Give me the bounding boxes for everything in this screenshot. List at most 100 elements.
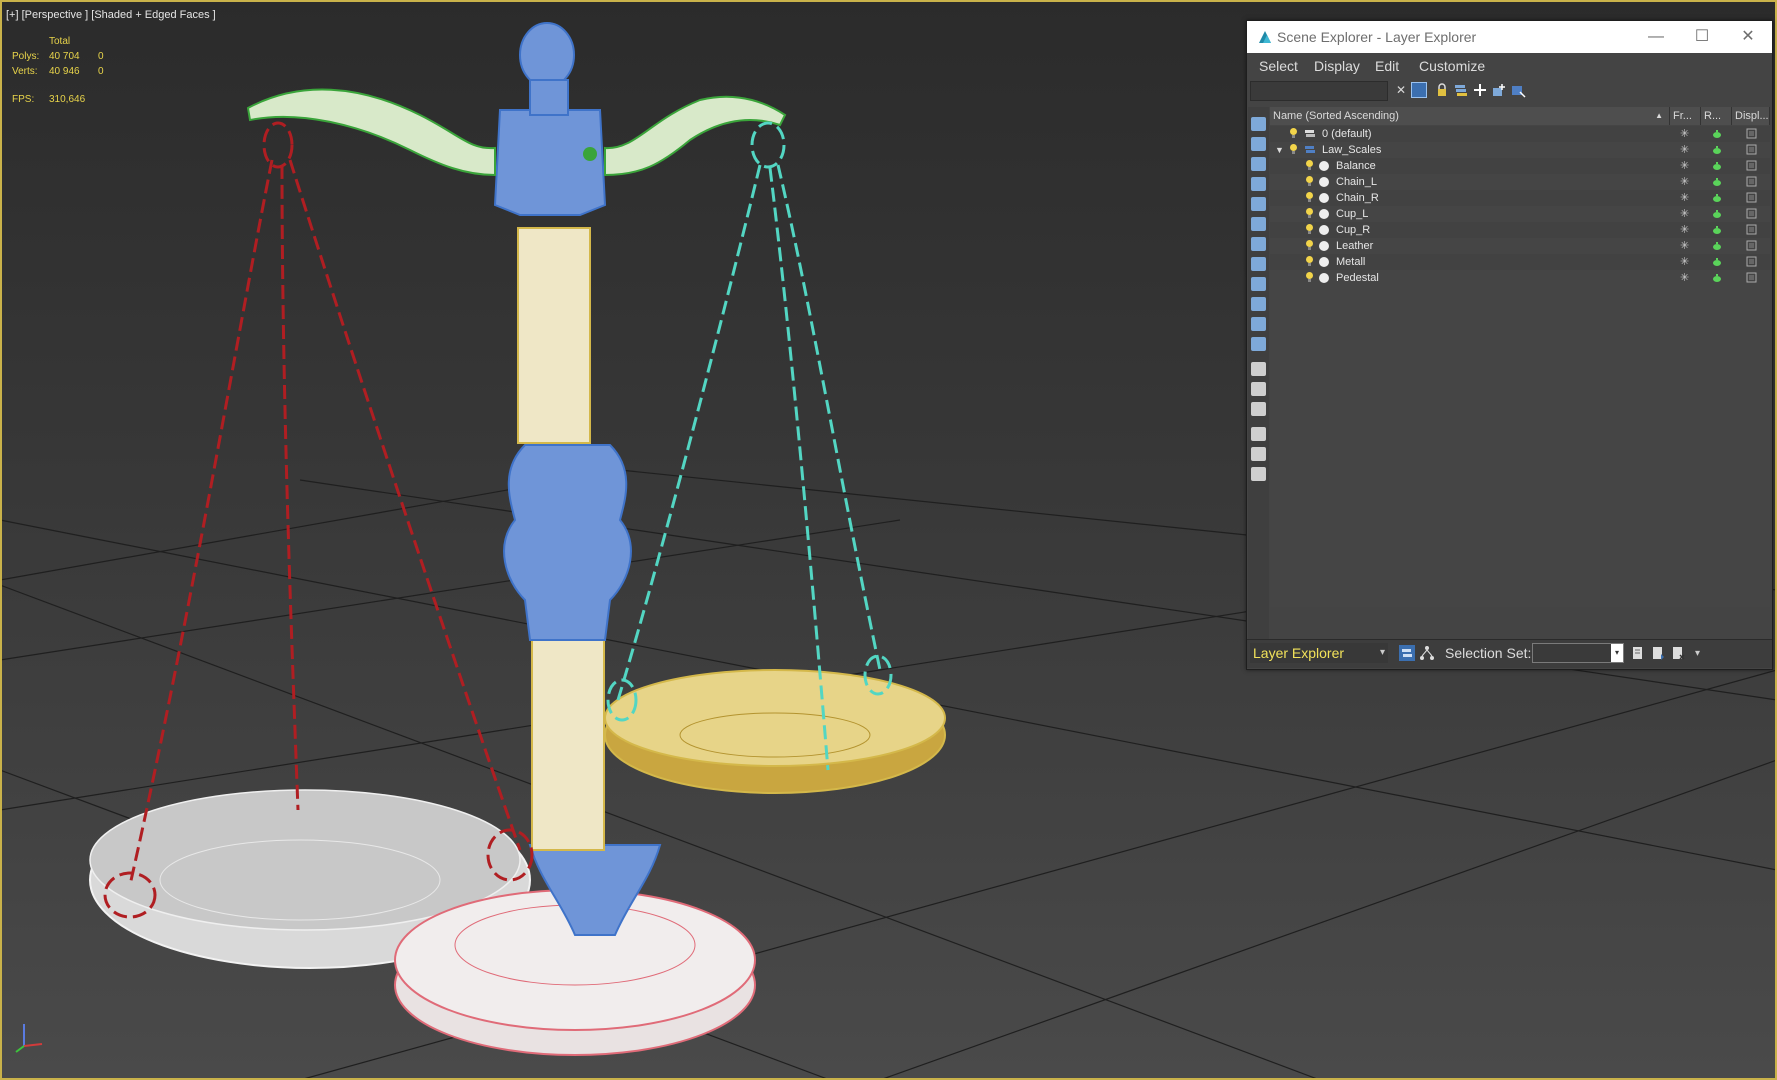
viewport-label[interactable]: [+] [Perspective ] [Shaded + Edged Faces… xyxy=(6,9,216,21)
cameras-filter-icon[interactable] xyxy=(1251,237,1266,251)
bulb-icon[interactable] xyxy=(1306,192,1313,203)
freeze-icon[interactable]: ✳ xyxy=(1680,144,1692,156)
bulb-icon[interactable] xyxy=(1306,160,1313,171)
minimize-button[interactable]: — xyxy=(1633,21,1679,53)
expand-toggle-icon[interactable]: ▼ xyxy=(1275,142,1284,158)
column-header-render[interactable]: R... xyxy=(1701,107,1732,125)
display-box-icon[interactable] xyxy=(1746,160,1758,172)
layer-mode-icon[interactable] xyxy=(1399,645,1415,661)
tree-row-pedestal[interactable]: Pedestal ✳ xyxy=(1270,270,1770,286)
funnel-filter-icon[interactable] xyxy=(1251,427,1266,441)
hidden-filter-icon[interactable] xyxy=(1251,402,1266,416)
render-teapot-icon[interactable] xyxy=(1711,208,1723,220)
render-teapot-icon[interactable] xyxy=(1711,176,1723,188)
load-selection-set-icon[interactable] xyxy=(1651,646,1665,660)
render-teapot-icon[interactable] xyxy=(1711,160,1723,172)
add-icon[interactable] xyxy=(1472,82,1488,98)
clear-search-button[interactable]: ✕ xyxy=(1393,82,1409,98)
tree-row-law-scales[interactable]: ▼ Law_Scales ✳ xyxy=(1270,142,1770,158)
freeze-icon[interactable]: ✳ xyxy=(1680,224,1692,236)
display-box-icon[interactable] xyxy=(1746,128,1758,140)
remove-selection-set-icon[interactable] xyxy=(1671,646,1685,660)
save-selection-set-icon[interactable] xyxy=(1631,646,1645,660)
spacewarps-filter-icon[interactable] xyxy=(1251,277,1266,291)
options-menu-icon[interactable]: ▾ xyxy=(1695,648,1700,659)
bulb-icon[interactable] xyxy=(1306,272,1313,283)
freeze-icon[interactable]: ✳ xyxy=(1680,176,1692,188)
shapes-filter-icon[interactable] xyxy=(1251,197,1266,211)
bones-filter-icon[interactable] xyxy=(1251,337,1266,351)
display-box-icon[interactable] xyxy=(1746,240,1758,252)
freeze-icon[interactable]: ✳ xyxy=(1680,128,1692,140)
menu-display[interactable]: Display xyxy=(1314,58,1360,74)
bulb-icon[interactable] xyxy=(1290,128,1297,139)
render-teapot-icon[interactable] xyxy=(1711,256,1723,268)
filter-toggle-icon[interactable] xyxy=(1411,82,1427,98)
freeze-icon[interactable]: ✳ xyxy=(1680,256,1692,268)
search-input[interactable] xyxy=(1250,81,1388,101)
layer-tree[interactable]: Name (Sorted Ascending) ▲ Fr... R... Dis… xyxy=(1270,107,1770,607)
render-teapot-icon[interactable] xyxy=(1711,128,1723,140)
filter-settings-icon[interactable] xyxy=(1251,467,1266,481)
display-box-icon[interactable] xyxy=(1746,208,1758,220)
bulb-icon[interactable] xyxy=(1306,256,1313,267)
groups-filter-icon[interactable] xyxy=(1251,297,1266,311)
display-invert-icon[interactable] xyxy=(1251,157,1266,171)
freeze-icon[interactable]: ✳ xyxy=(1680,160,1692,172)
hierarchy-mode-icon[interactable] xyxy=(1419,645,1435,661)
tree-row-chain-l[interactable]: Chain_L ✳ xyxy=(1270,174,1770,190)
tree-row-default[interactable]: 0 (default) ✳ xyxy=(1270,126,1770,142)
bulb-icon[interactable] xyxy=(1306,208,1313,219)
column-header-name[interactable]: Name (Sorted Ascending) ▲ xyxy=(1270,107,1670,125)
display-box-icon[interactable] xyxy=(1746,224,1758,236)
tree-row-cup-r[interactable]: Cup_R ✳ xyxy=(1270,222,1770,238)
render-teapot-icon[interactable] xyxy=(1711,272,1723,284)
bulb-icon[interactable] xyxy=(1290,144,1297,155)
display-all-icon[interactable] xyxy=(1251,137,1266,151)
freeze-icon[interactable]: ✳ xyxy=(1680,192,1692,204)
menu-customize[interactable]: Customize xyxy=(1419,58,1485,74)
title-bar[interactable]: Scene Explorer - Layer Explorer — ☐ ✕ xyxy=(1247,21,1772,53)
display-none-icon[interactable] xyxy=(1251,117,1266,131)
freeze-icon[interactable]: ✳ xyxy=(1680,208,1692,220)
display-box-icon[interactable] xyxy=(1746,272,1758,284)
bulb-icon[interactable] xyxy=(1306,176,1313,187)
column-header-frozen[interactable]: Fr... xyxy=(1670,107,1701,125)
bulb-icon[interactable] xyxy=(1306,224,1313,235)
freeze-icon[interactable]: ✳ xyxy=(1680,272,1692,284)
render-teapot-icon[interactable] xyxy=(1711,144,1723,156)
frozen-filter-icon[interactable] xyxy=(1251,382,1266,396)
tree-row-chain-r[interactable]: Chain_R ✳ xyxy=(1270,190,1770,206)
select-layer-icon[interactable] xyxy=(1510,82,1526,98)
maximize-button[interactable]: ☐ xyxy=(1679,21,1725,53)
geometry-filter-icon[interactable] xyxy=(1251,177,1266,191)
freeze-icon[interactable]: ✳ xyxy=(1680,240,1692,252)
display-box-icon[interactable] xyxy=(1746,144,1758,156)
render-teapot-icon[interactable] xyxy=(1711,192,1723,204)
render-teapot-icon[interactable] xyxy=(1711,240,1723,252)
filter-options-icon[interactable] xyxy=(1251,447,1266,461)
tree-row-balance[interactable]: Balance ✳ xyxy=(1270,158,1770,174)
display-box-icon[interactable] xyxy=(1746,256,1758,268)
lights-filter-icon[interactable] xyxy=(1251,217,1266,231)
add-selected-icon[interactable] xyxy=(1491,82,1507,98)
bulb-icon[interactable] xyxy=(1306,240,1313,251)
lock-icon[interactable] xyxy=(1434,82,1450,98)
layers-icon[interactable] xyxy=(1453,82,1469,98)
containers-filter-icon[interactable] xyxy=(1251,362,1266,376)
tree-row-leather[interactable]: Leather ✳ xyxy=(1270,238,1770,254)
scene-explorer-window[interactable]: Scene Explorer - Layer Explorer — ☐ ✕ Se… xyxy=(1246,20,1773,670)
display-box-icon[interactable] xyxy=(1746,176,1758,188)
selection-set-dropdown[interactable]: ▾ xyxy=(1532,643,1624,663)
explorer-type-dropdown[interactable]: Layer Explorer ▾ xyxy=(1250,643,1388,663)
xrefs-filter-icon[interactable] xyxy=(1251,317,1266,331)
display-box-icon[interactable] xyxy=(1746,192,1758,204)
menu-edit[interactable]: Edit xyxy=(1375,58,1399,74)
helpers-filter-icon[interactable] xyxy=(1251,257,1266,271)
tree-row-cup-l[interactable]: Cup_L ✳ xyxy=(1270,206,1770,222)
render-teapot-icon[interactable] xyxy=(1711,224,1723,236)
close-button[interactable]: ✕ xyxy=(1725,21,1771,53)
menu-select[interactable]: Select xyxy=(1259,58,1298,74)
column-header-display[interactable]: Displ... xyxy=(1732,107,1770,125)
tree-row-metall[interactable]: Metall ✳ xyxy=(1270,254,1770,270)
